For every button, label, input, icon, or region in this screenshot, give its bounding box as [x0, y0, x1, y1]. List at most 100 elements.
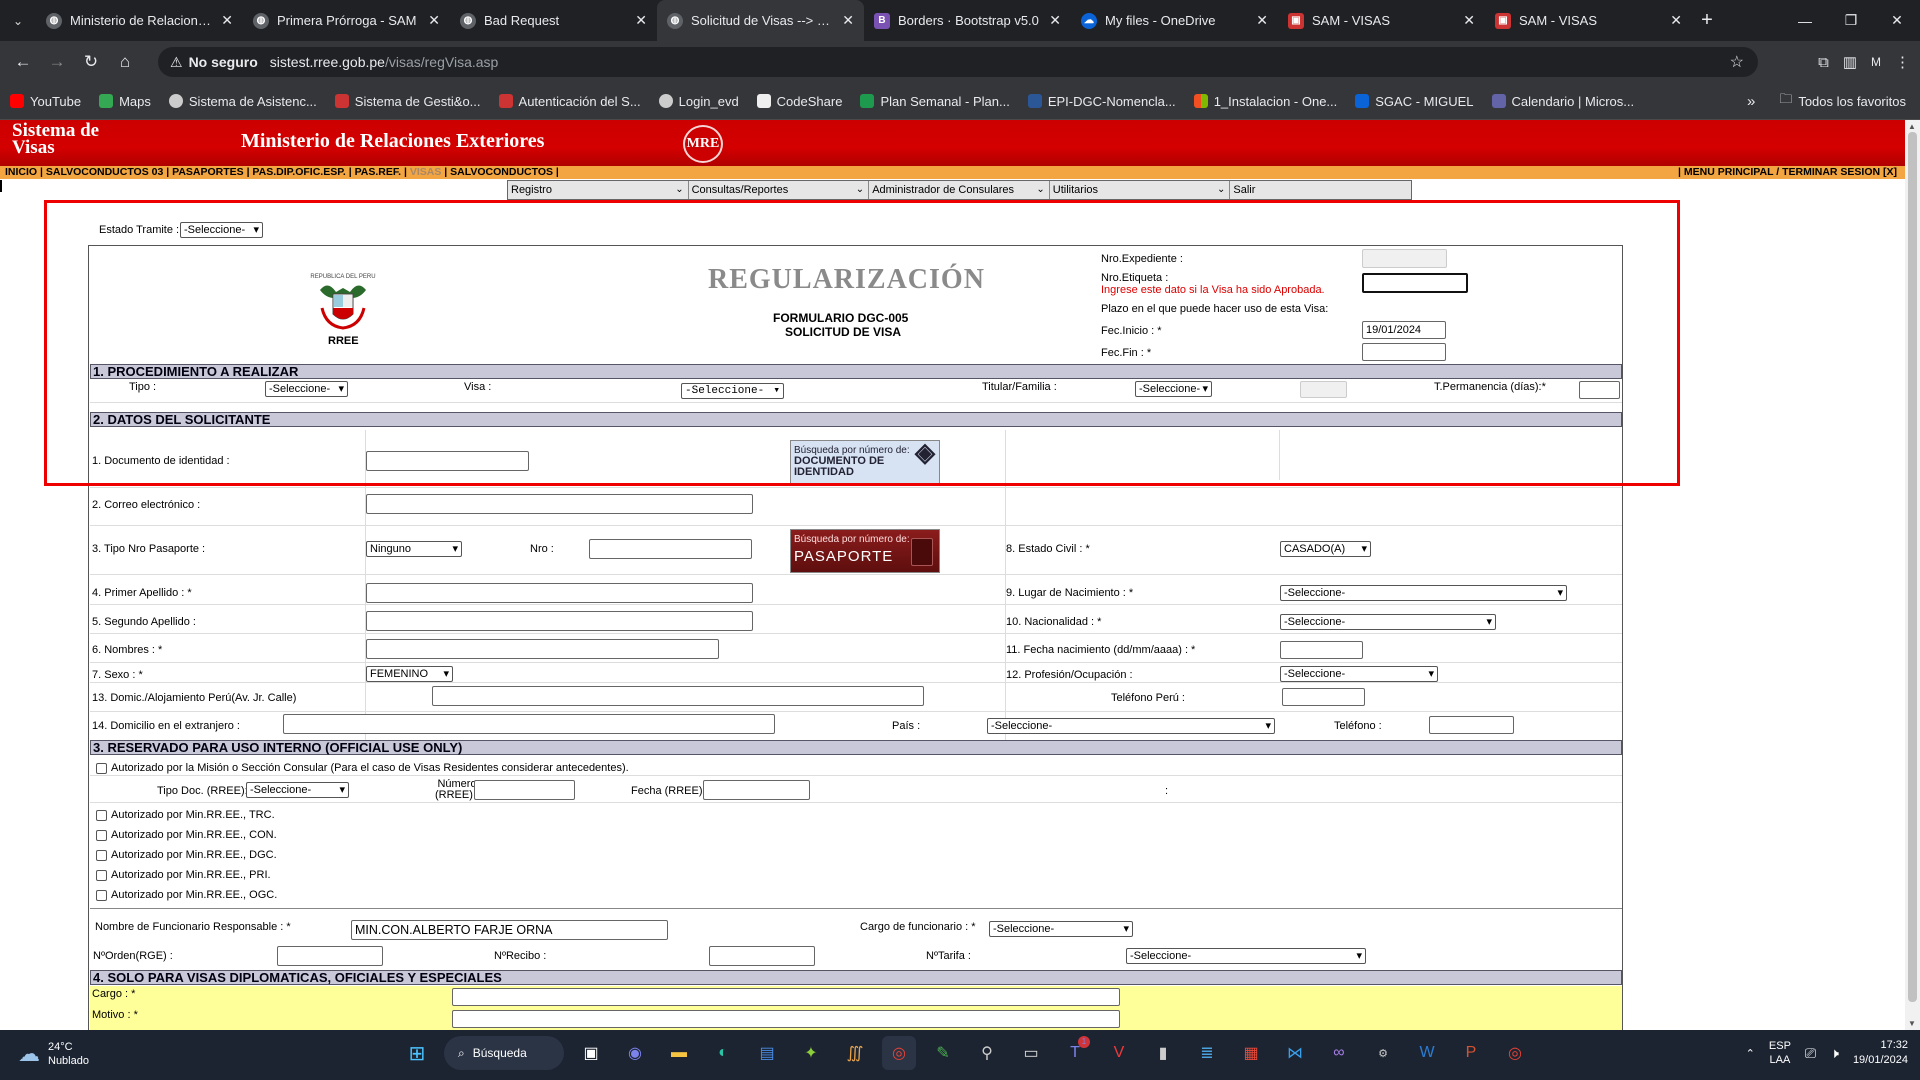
restore-icon[interactable]: ❐ [1828, 12, 1874, 29]
task-view-icon[interactable]: ▣ [574, 1036, 608, 1070]
scroll-up-icon[interactable]: ▲ [1908, 122, 1916, 131]
filezilla-icon[interactable]: ▦ [1234, 1036, 1268, 1070]
autorizado-pri-checkbox[interactable] [96, 869, 107, 881]
word-icon[interactable]: W [1410, 1036, 1444, 1070]
extensions-icon[interactable]: ⧉ [1818, 54, 1829, 71]
page-scrollbar[interactable]: ▲ ▼ [1905, 120, 1920, 1030]
home-icon[interactable]: ⌂ [108, 52, 142, 72]
estado-civil-select[interactable]: CASADO(A) [1280, 541, 1371, 557]
vscode-icon[interactable]: ⋈ [1278, 1036, 1312, 1070]
chrome-icon[interactable]: ◎ [1498, 1036, 1532, 1070]
bookmark-item[interactable]: 1_Instalacion - One... [1193, 94, 1337, 109]
menu-dots-icon[interactable]: ⋮ [1895, 53, 1910, 71]
bookmark-item[interactable]: Login_evd [658, 94, 739, 109]
menu-salir[interactable]: Salir [1230, 181, 1411, 199]
domicilio-extranjero-input[interactable] [283, 714, 775, 734]
sidepanel-icon[interactable]: ▥ [1843, 53, 1857, 71]
sql-icon[interactable]: ⚲ [970, 1036, 1004, 1070]
browser-tab[interactable]: ◍ Primera Prórroga - SAM ✕ [243, 0, 450, 41]
ntarifa-select[interactable]: -Seleccione- [1126, 948, 1366, 964]
bookmark-item[interactable]: SGAC - MIGUEL [1355, 94, 1474, 109]
app-icon[interactable]: ✦ [794, 1036, 828, 1070]
more-bookmarks-button[interactable]: » [1747, 93, 1755, 110]
sexo-select[interactable]: FEMENINO [366, 666, 453, 682]
motivo-input[interactable] [452, 1010, 1120, 1028]
cargo-funcionario-select[interactable]: -Seleccione- [989, 921, 1133, 937]
notepad-icon[interactable]: ✎ [926, 1036, 960, 1070]
winrar-icon[interactable]: ∭ [838, 1036, 872, 1070]
bookmark-item[interactable]: EPI-DGC-Nomencla... [1027, 94, 1176, 109]
bookmark-item[interactable]: CodeShare [756, 94, 842, 109]
security-label[interactable]: No seguro [189, 54, 258, 70]
visa-select[interactable]: -Seleccione- [681, 383, 784, 399]
network-icon[interactable]: ⎚ [1805, 1045, 1816, 1062]
nav-salvoconductos[interactable]: | SALVOCONDUCTOS | [444, 166, 559, 178]
lugar-nacimiento-select[interactable]: -Seleccione- [1280, 585, 1567, 601]
minimize-icon[interactable]: — [1782, 13, 1828, 29]
back-icon[interactable]: ← [6, 52, 40, 72]
fecha-rree-input[interactable] [703, 780, 810, 800]
menu-administrador[interactable]: Administrador de Consulares ⌄ [869, 181, 1050, 199]
autorizado-con-checkbox[interactable] [96, 829, 107, 841]
menu-utilitarios[interactable]: Utilitarios ⌄ [1049, 181, 1231, 199]
close-icon[interactable]: ✕ [428, 12, 440, 29]
chevron-up-icon[interactable]: ⌃ [1746, 1047, 1755, 1060]
chrome-icon[interactable]: ◎ [882, 1036, 916, 1070]
window-icon[interactable]: ▭ [1014, 1036, 1048, 1070]
menu-registro[interactable]: Registro ⌄ [508, 181, 689, 199]
terminal-icon[interactable]: ▮ [1146, 1036, 1180, 1070]
browser-tab[interactable]: B Borders · Bootstrap v5.0 ✕ [864, 0, 1071, 41]
bookmark-item[interactable]: Plan Semanal - Plan... [860, 94, 1010, 109]
nav-right-links[interactable]: | MENU PRINCIPAL / TERMINAR SESION [X] [1678, 166, 1897, 179]
fec-inicio-input[interactable]: 19/01/2024 [1362, 321, 1446, 339]
profesion-select[interactable]: -Seleccione- [1280, 666, 1438, 682]
forward-icon[interactable]: → [40, 52, 74, 72]
bookmark-item[interactable]: Maps [99, 94, 151, 109]
notepadpp-icon[interactable]: ≣ [1190, 1036, 1224, 1070]
weather-widget[interactable]: ☁ 24°C Nublado [18, 1040, 89, 1068]
edge-icon[interactable]: ◐ [706, 1036, 740, 1070]
close-icon[interactable]: ✕ [1463, 12, 1475, 29]
bookmark-item[interactable]: Calendario | Micros... [1491, 94, 1634, 109]
close-icon[interactable]: ✕ [1256, 12, 1268, 29]
address-bar[interactable]: ⚠ No seguro sistest.rree.gob.pe/visas/re… [158, 47, 1758, 77]
scroll-down-icon[interactable]: ▼ [1908, 1019, 1916, 1028]
teams-chat-icon[interactable]: ◉ [618, 1036, 652, 1070]
visual-studio-icon[interactable]: ∞ [1322, 1036, 1356, 1070]
fecha-nacimiento-input[interactable] [1280, 641, 1363, 659]
bookmark-item[interactable]: Sistema de Gesti&o... [334, 94, 481, 109]
bookmark-star-icon[interactable]: ☆ [1730, 52, 1744, 72]
nro-expediente-input[interactable] [1362, 249, 1447, 268]
segundo-apellido-input[interactable] [366, 611, 753, 631]
clock[interactable]: 17:32 19/01/2024 [1853, 1038, 1908, 1068]
estado-tramite-select[interactable]: -Seleccione- [180, 222, 263, 238]
browser-tab[interactable]: ▣ SAM - VISAS ✕ [1278, 0, 1485, 41]
taskbar-search[interactable]: ⌕ Búsqueda [444, 1036, 564, 1070]
file-explorer-icon[interactable]: ▬ [662, 1036, 696, 1070]
primer-apellido-input[interactable] [366, 583, 753, 603]
autorizado-ogc-checkbox[interactable] [96, 889, 107, 901]
cargo-input[interactable] [452, 988, 1120, 1006]
doc-identidad-input[interactable] [366, 451, 529, 471]
telefono-input[interactable] [1429, 716, 1514, 734]
close-icon[interactable]: ✕ [1049, 12, 1061, 29]
permanencia-input[interactable] [1579, 381, 1620, 399]
store-icon[interactable]: ▤ [750, 1036, 784, 1070]
all-bookmarks-button[interactable]: 🗀 Todos los favoritos [1779, 90, 1906, 112]
close-icon[interactable]: ✕ [1670, 12, 1682, 29]
autorizado-dgc-checkbox[interactable] [96, 849, 107, 861]
windows-start-icon[interactable]: ⊞ [400, 1036, 434, 1070]
fec-fin-input[interactable] [1362, 343, 1446, 361]
profile-avatar[interactable]: M [1871, 55, 1881, 69]
tipo-pasaporte-select[interactable]: Ninguno [366, 541, 462, 557]
reload-icon[interactable]: ↻ [74, 52, 108, 72]
bookmark-item[interactable]: Autenticación del S... [498, 94, 641, 109]
browser-tab[interactable]: ☁ My files - OneDrive ✕ [1071, 0, 1278, 41]
titular-extra-input[interactable] [1300, 381, 1347, 398]
correo-input[interactable] [366, 494, 753, 514]
nombres-input[interactable] [366, 639, 719, 659]
telefono-peru-input[interactable] [1282, 688, 1365, 706]
new-tab-button[interactable]: + [1692, 9, 1722, 32]
browser-tab[interactable]: ◍ Ministerio de Relaciones E ✕ [36, 0, 243, 41]
numero-rree-input[interactable] [474, 780, 575, 800]
